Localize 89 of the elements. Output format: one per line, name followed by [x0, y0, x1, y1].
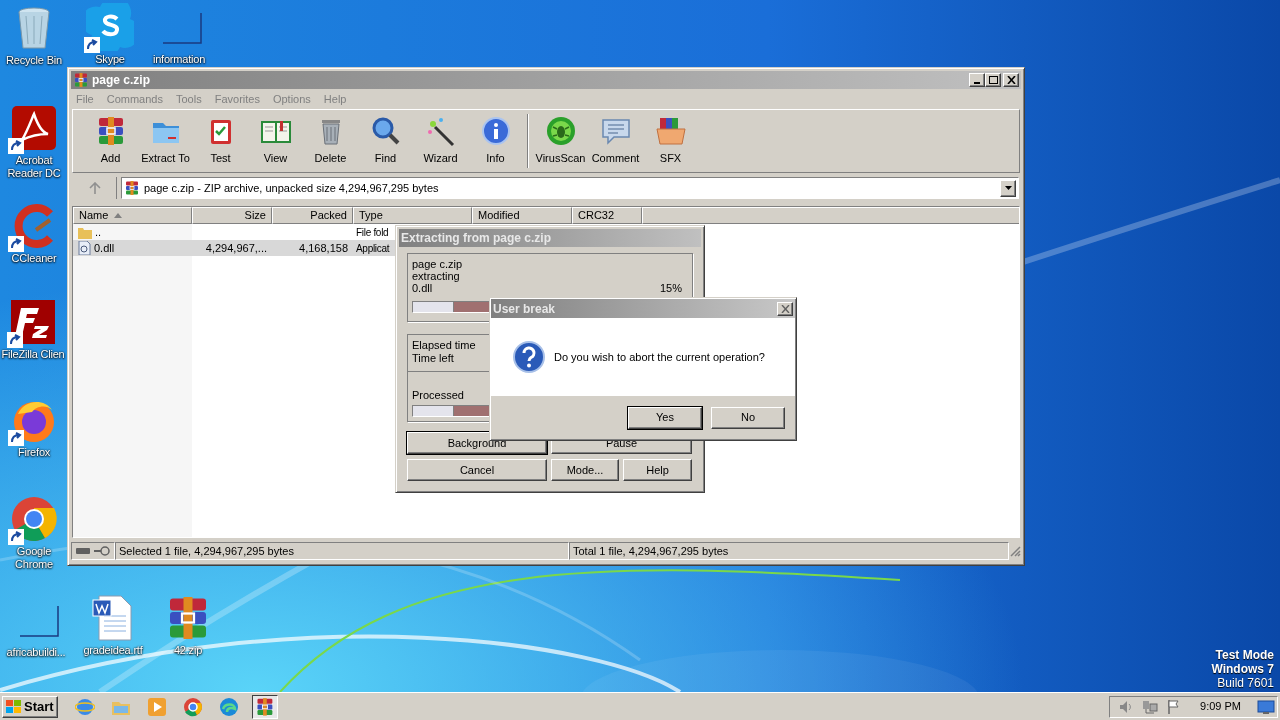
toolbar-button[interactable]: SFX [643, 112, 698, 170]
table-cell-text: 4,168,158 [299, 240, 348, 256]
up-arrow-icon [88, 182, 101, 194]
dialog-button[interactable]: Mode... [551, 459, 619, 481]
dialog-button[interactable]: Help [623, 459, 692, 481]
browser-icon [10, 495, 58, 543]
toolbar-button[interactable]: View [248, 112, 303, 170]
system-notice-text: Test Mode [1215, 648, 1274, 662]
time-label: Time left [412, 352, 454, 365]
table-cell-text: 0.dll [94, 240, 115, 256]
maximize-button[interactable] [985, 73, 1001, 87]
processed-label: Processed [412, 389, 464, 402]
minimize-button[interactable] [969, 73, 985, 87]
show-desktop-icon[interactable] [1257, 698, 1275, 715]
bug-icon [544, 115, 577, 148]
percent-text: 15% [659, 282, 682, 294]
system-notice-text: Build 7601 [1217, 676, 1274, 690]
system-notice-text: Windows 7 [1211, 662, 1274, 676]
status-bar-text: Total 1 file, 4,294,967,295 bytes [569, 542, 1009, 560]
resize-grip-icon [1009, 545, 1021, 557]
table-row[interactable]: .. File fold [73, 224, 395, 240]
status-bar-text: Selected 1 file, 4,294,967,295 bytes [115, 542, 569, 560]
key-icon [94, 546, 110, 556]
address-text: page c.zip - ZIP archive, unpacked size 4,294,967,295 bytes [144, 180, 440, 196]
start-button[interactable]: Start [2, 695, 58, 718]
toolbar-button[interactable]: VirusScan [533, 112, 588, 170]
taskbar-app-button[interactable] [251, 694, 278, 719]
desktop-icon-label[interactable]: Recycle Bin [6, 54, 62, 67]
browser-wave-icon [218, 696, 239, 717]
maximize-icon [988, 76, 998, 84]
info-icon [479, 115, 512, 148]
desktop-icon-label[interactable]: CCleaner [11, 252, 57, 265]
time-label: Elapsed time [412, 339, 476, 352]
close-icon [1006, 76, 1016, 84]
globe-icon [74, 696, 95, 717]
close-icon [780, 304, 790, 313]
progress-info-text: page c.zip [412, 258, 463, 270]
column-header[interactable]: CRC32 [572, 207, 642, 224]
column-header[interactable]: Packed [272, 207, 353, 224]
drive-icon [76, 547, 90, 555]
desktop-icon-label[interactable]: Acrobat Reader DC [1, 154, 67, 180]
archive-icon [124, 180, 140, 196]
pdf-app-icon [10, 104, 58, 152]
browser-icon [182, 696, 203, 717]
dialog-title: Extracting from page c.zip [401, 230, 552, 247]
progress-info-text: 0.dll [412, 282, 433, 294]
dialog-title: User break [493, 300, 556, 318]
dialog-button[interactable]: No [711, 406, 785, 429]
table-cell-text: Applicat [356, 241, 390, 256]
column-header[interactable]: Size [192, 207, 272, 224]
ftp-app-icon [9, 298, 57, 346]
caret-icon [1004, 186, 1012, 190]
windows-logo-icon [6, 699, 22, 714]
media-player-icon [146, 696, 167, 717]
column-header[interactable]: Type [353, 207, 472, 224]
network-icon [1142, 698, 1159, 715]
desktop-icon-label[interactable]: information [152, 53, 206, 66]
table-cell-text: .. [95, 224, 102, 240]
dialog-button[interactable]: Yes [628, 406, 702, 429]
toolbar-button[interactable]: Extract To [138, 112, 193, 170]
column-header[interactable]: Name [73, 207, 192, 224]
dialog-button[interactable]: Cancel [407, 459, 547, 481]
table-cell-text: 4,294,967,... [205, 240, 267, 256]
archive-icon [73, 72, 89, 88]
close-button[interactable] [777, 301, 793, 316]
chat-app-icon [86, 3, 134, 51]
close-button[interactable] [1003, 73, 1019, 87]
address-field[interactable]: page c.zip - ZIP archive, unpacked size 4,294,967,295 bytes [121, 177, 1019, 199]
table-row[interactable]: 0.dll 4,294,967,... 4,168,158 Applicat [73, 240, 395, 256]
toolbar-button[interactable]: Find [358, 112, 413, 170]
toolbar-button[interactable]: Delete [303, 112, 358, 170]
toolbar-button[interactable]: Wizard [413, 112, 468, 170]
desktop-icon-label[interactable]: Skype [95, 53, 125, 66]
toolbar-button[interactable]: Info [468, 112, 523, 170]
sort-arrow-icon [114, 213, 123, 218]
dialog-message: Do you wish to abort the current operation? [554, 349, 765, 365]
box-icon [654, 115, 687, 148]
progress-info-text: extracting [412, 270, 460, 282]
clock[interactable]: 9:09 PM [1200, 698, 1241, 715]
question-icon [513, 341, 545, 373]
dropdown-button[interactable] [1000, 179, 1016, 197]
toolbar-button[interactable]: Test [193, 112, 248, 170]
toolbar-button[interactable]: Comment [588, 112, 643, 170]
file-icon [78, 241, 91, 255]
table-cell-text: File fold [356, 225, 389, 240]
column-header[interactable]: Modified [472, 207, 572, 224]
window-title: page c.zip [92, 72, 150, 89]
toolbar-button[interactable]: Add [83, 112, 138, 170]
archive-icon [254, 696, 275, 717]
